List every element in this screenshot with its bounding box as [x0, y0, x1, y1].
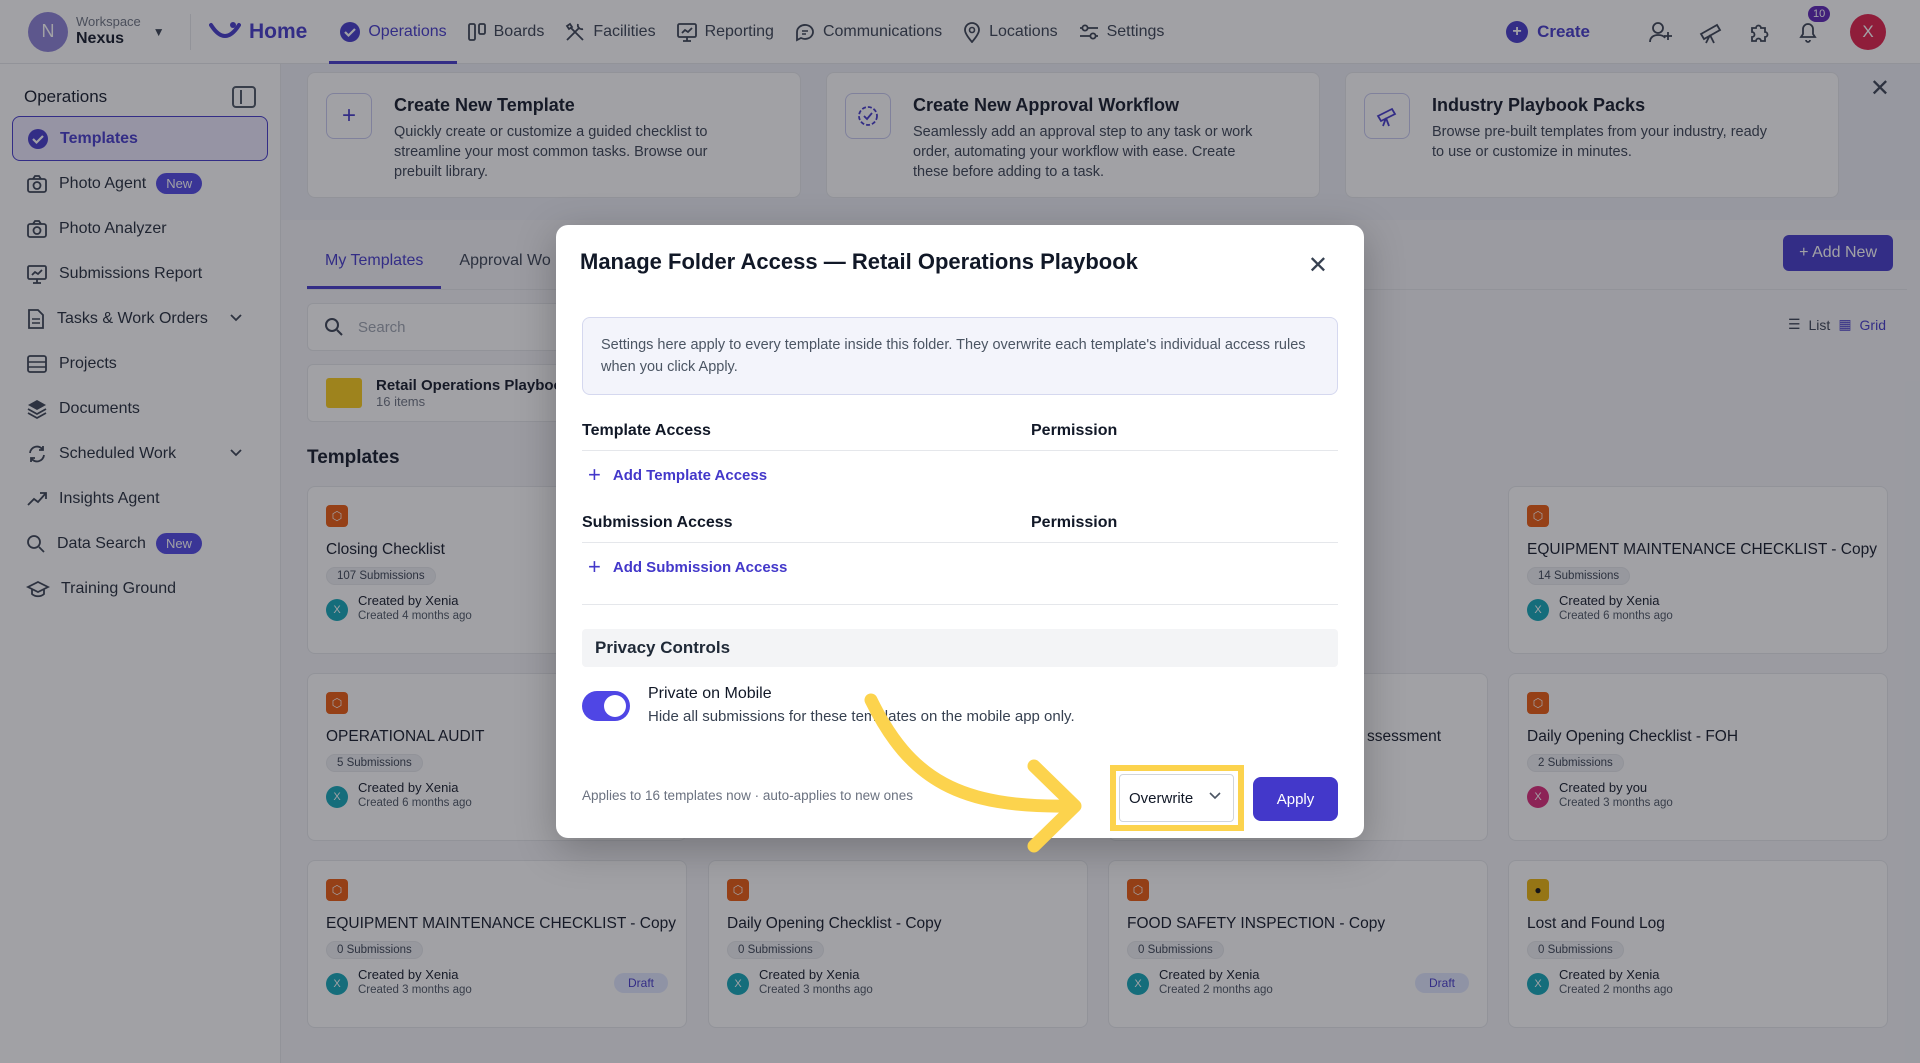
divider: [582, 604, 1338, 605]
dialog-title: Manage Folder Access — Retail Operations…: [580, 249, 1138, 274]
close-icon[interactable]: ✕: [1308, 251, 1328, 280]
privacy-controls-header: Privacy Controls: [582, 629, 1338, 667]
plus-icon: +: [588, 554, 601, 579]
add-template-access-button[interactable]: + Add Template Access: [588, 462, 767, 488]
add-submission-access-button[interactable]: + Add Submission Access: [588, 554, 787, 580]
apply-mode-value: Overwrite: [1129, 789, 1194, 807]
submission-access-label: Submission Access: [582, 514, 733, 531]
private-on-mobile-desc: Hide all submissions for these templates…: [648, 708, 1075, 725]
info-banner: Settings here apply to every template in…: [582, 317, 1338, 395]
template-access-header: Template Access Permission: [582, 422, 1338, 451]
permission-label: Permission: [1031, 514, 1118, 531]
plus-icon: +: [588, 462, 601, 487]
add-template-access-label: Add Template Access: [612, 466, 768, 484]
chevron-down-icon: [1209, 788, 1221, 803]
add-submission-access-label: Add Submission Access: [612, 558, 788, 576]
private-on-mobile-toggle[interactable]: [582, 691, 630, 721]
submission-access-header: Submission Access Permission: [582, 514, 1338, 543]
manage-folder-access-dialog: Manage Folder Access — Retail Operations…: [556, 225, 1364, 838]
template-access-label: Template Access: [582, 422, 711, 439]
permission-label: Permission: [1031, 422, 1118, 439]
apply-mode-select[interactable]: Overwrite: [1119, 774, 1234, 822]
apply-button[interactable]: Apply: [1253, 777, 1338, 821]
footer-note: Applies to 16 templates now · auto-appli…: [582, 788, 913, 803]
private-on-mobile-label: Private on Mobile: [648, 685, 772, 702]
